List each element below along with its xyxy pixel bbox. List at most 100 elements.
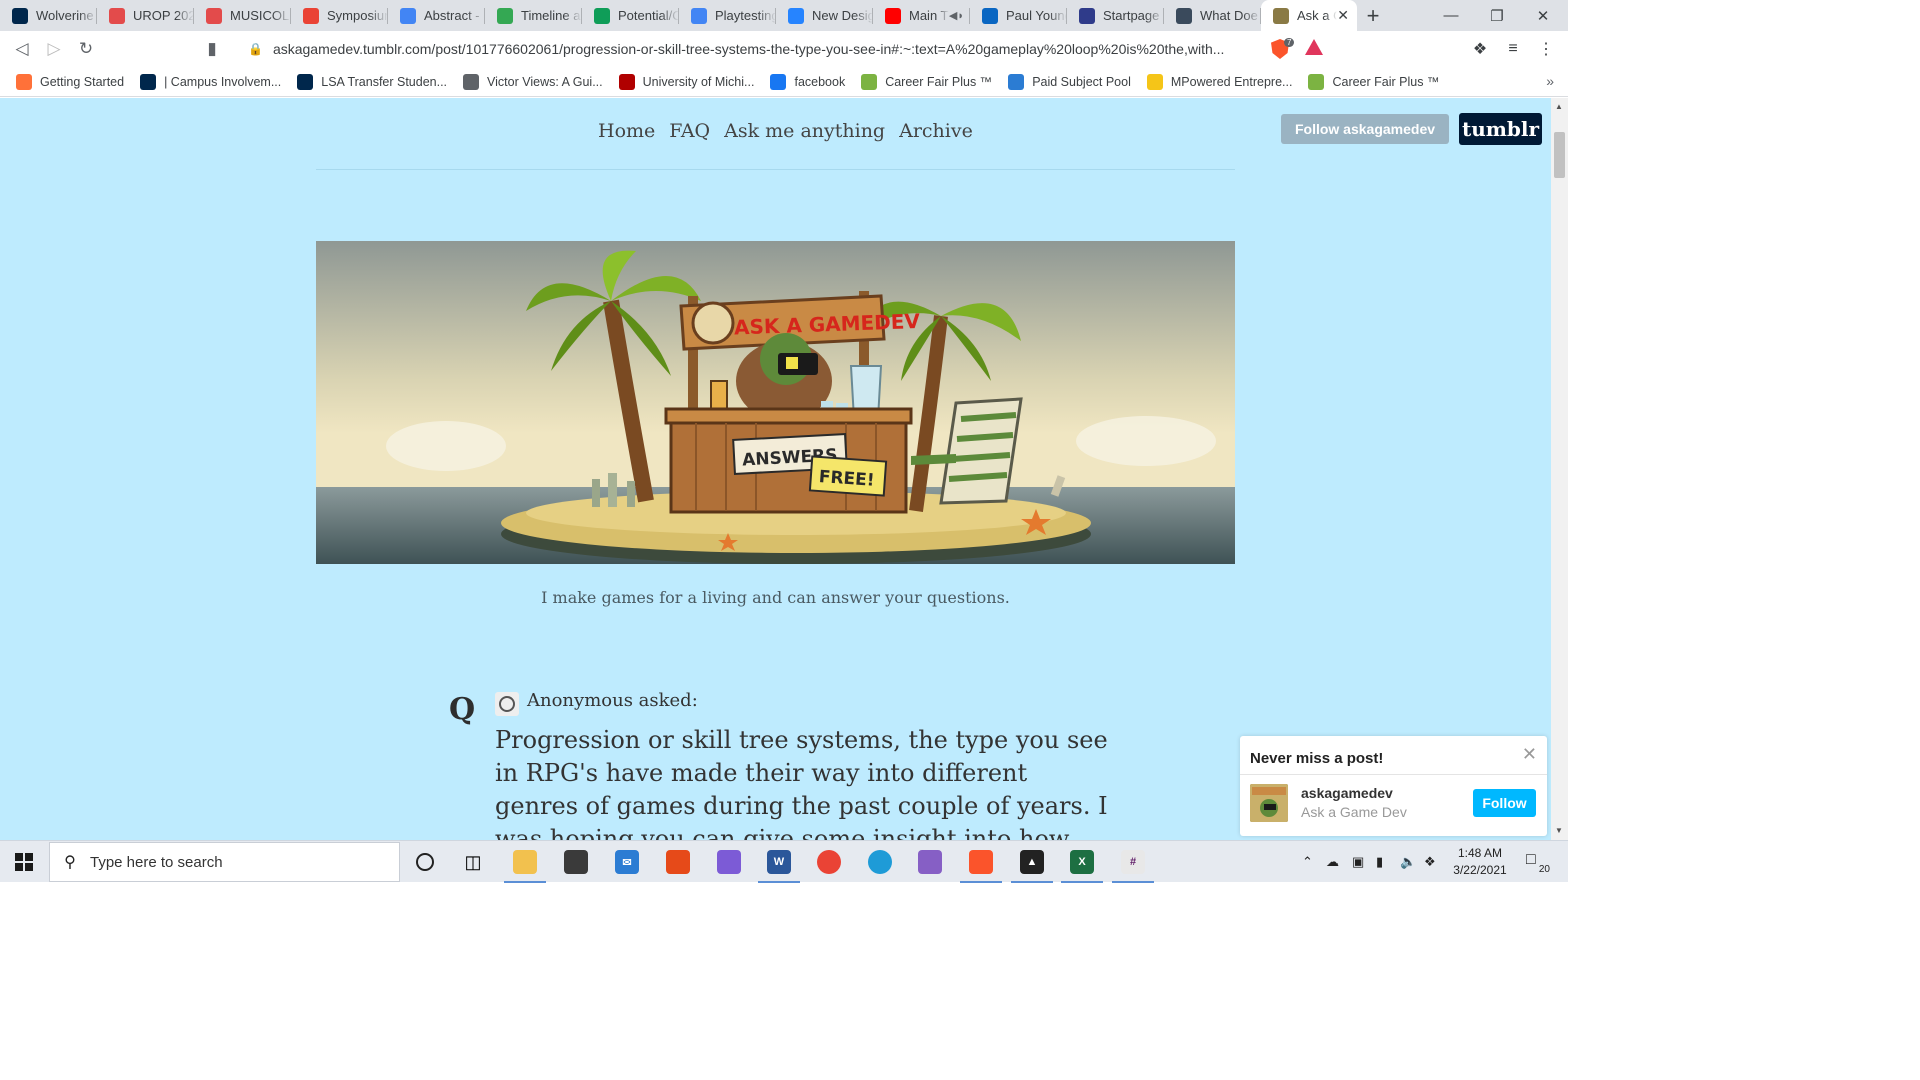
banner-illustration: ASK A GAMEDEV ANSWERS FREE! [316,241,1235,564]
tab[interactable]: MUSICOL [194,0,291,31]
tab-audio-icon[interactable]: ◀◗ [949,9,964,22]
bookmark-item[interactable]: University of Michi... [611,69,763,95]
taskbar-search[interactable]: ⚲ Type here to search [49,842,400,882]
tab[interactable]: Symposium [291,0,388,31]
onedrive-icon[interactable]: ☁ [1326,841,1339,883]
close-tab-icon[interactable]: ✕ [1337,7,1349,24]
brave-icon[interactable] [956,841,1006,883]
nav-archive[interactable]: Archive [899,120,973,142]
popup-blog-title: Ask a Game Dev [1301,804,1407,820]
tab[interactable]: Main T ◀◗ [873,0,970,31]
menu-icon[interactable]: ⋮ [1530,33,1562,65]
tab-title: Potential/C [618,8,679,23]
sheets-icon [594,7,610,24]
reading-list-icon[interactable]: ≡ [1497,33,1529,65]
address-bar[interactable]: 🔒 askagamedev.tumblr.com/post/1017766020… [236,34,1362,64]
tab[interactable]: Timeline a [485,0,582,31]
popup-follow-button[interactable]: Follow [1473,789,1536,817]
nav-ask[interactable]: Ask me anything [724,120,885,142]
brave-rewards-icon[interactable] [1305,39,1323,55]
slack-icon[interactable]: # [1108,841,1158,883]
bookmark-item[interactable]: Career Fair Plus ™ [1300,69,1447,95]
tab[interactable]: Wolverine [0,0,97,31]
new-tab-button[interactable]: + [1357,0,1389,31]
bookmark-label: University of Michi... [642,74,755,89]
tab[interactable]: New Desig [776,0,873,31]
visual-studio-icon[interactable] [905,841,955,883]
clock-date: 3/22/2021 [1453,863,1507,877]
taskbar-search-placeholder: Type here to search [90,853,223,871]
chrome-icon[interactable] [804,841,854,883]
cortana-icon[interactable] [400,841,450,883]
bookmark-item[interactable]: Victor Views: A Gui... [455,69,611,95]
excel-icon[interactable]: X [1057,841,1107,883]
edge-icon[interactable] [855,841,905,883]
store-icon[interactable] [551,841,601,883]
tab[interactable]: Playtesting [679,0,776,31]
back-button[interactable]: ◁ [6,33,38,65]
bookmark-item[interactable]: Career Fair Plus ™ [853,69,1000,95]
tab[interactable]: Ask a G✕ [1261,0,1357,31]
start-button[interactable] [0,841,48,883]
word-icon[interactable]: W [754,841,804,883]
forward-button[interactable]: ▷ [38,33,70,65]
volume-icon[interactable]: 🔈 [1400,841,1416,883]
tray-overflow-icon[interactable]: ⌃ [1302,841,1313,883]
tab-title: New Desig [812,8,873,23]
office-icon[interactable] [653,841,703,883]
dropbox-icon[interactable]: ❖ [1424,841,1436,883]
anonymous-avatar[interactable] [495,692,519,716]
extensions-icon[interactable]: ❖ [1464,33,1496,65]
bookmark-item[interactable]: LSA Transfer Studen... [289,69,455,95]
nav-faq[interactable]: FAQ [669,120,710,142]
restore-button[interactable]: ❐ [1474,0,1520,31]
bookmark-item[interactable]: Paid Subject Pool [1000,69,1139,95]
docs-icon [691,7,707,24]
minimize-button[interactable]: — [1428,0,1474,31]
facebook-icon [770,73,787,90]
unity-icon[interactable]: ▲ [1007,841,1057,883]
popup-blog-name[interactable]: askagamedev [1301,785,1393,801]
file-explorer-icon[interactable] [500,841,550,883]
taskbar-clock[interactable]: 1:48 AM 3/22/2021 [1447,845,1513,879]
linkedin-icon [982,7,998,24]
page-scrollbar[interactable]: ▲ ▼ [1551,98,1568,840]
globe-icon [463,73,480,90]
tab[interactable]: UROP 2020 [97,0,194,31]
docs-icon [400,7,416,24]
tab-title: UROP 2020 [133,8,194,23]
umich-icon [12,7,28,24]
bookmark-label: Career Fair Plus ™ [1332,74,1440,89]
task-view-icon[interactable]: ◫ [448,841,498,883]
tumblr-logo[interactable]: tumblr [1459,113,1542,145]
blog-avatar[interactable] [1250,784,1288,822]
bookmark-item[interactable]: facebook [762,69,853,95]
scrollbar-thumb[interactable] [1554,132,1565,178]
tab[interactable]: What Doe [1164,0,1261,31]
tab[interactable]: Abstract - [388,0,485,31]
tab[interactable]: Startpage [1067,0,1164,31]
bookmark-item[interactable]: | Campus Involvem... [132,69,289,95]
follow-blog-button[interactable]: Follow askagamedev [1281,114,1449,144]
bookmark-item[interactable]: MPowered Entrepre... [1139,69,1301,95]
reload-button[interactable]: ↻ [70,33,102,65]
bookmark-label: MPowered Entrepre... [1170,74,1293,89]
tray-app-icon[interactable]: ▣ [1352,841,1364,883]
bookmark-label: Getting Started [40,74,125,89]
mail-icon[interactable]: ✉ [602,841,652,883]
notifications-icon[interactable]: □ 20 [1524,849,1550,875]
close-window-button[interactable]: ✕ [1520,0,1566,31]
tab-title: Abstract - [424,8,480,23]
close-icon[interactable]: ✕ [1522,744,1537,765]
bookmark-icon[interactable]: ▮ [196,33,228,65]
bookmark-item[interactable]: Getting Started [8,69,132,95]
scroll-down-arrow-icon[interactable]: ▼ [1555,826,1563,835]
bookmark-label: Career Fair Plus ™ [885,74,993,89]
tab[interactable]: Potential/C [582,0,679,31]
bookmarks-overflow-icon[interactable]: » [1546,73,1554,89]
battery-icon[interactable]: ▮ [1376,841,1383,883]
discord-icon[interactable] [704,841,754,883]
nav-home[interactable]: Home [598,120,655,142]
tab[interactable]: Paul Young [970,0,1067,31]
scroll-up-arrow-icon[interactable]: ▲ [1555,102,1563,111]
